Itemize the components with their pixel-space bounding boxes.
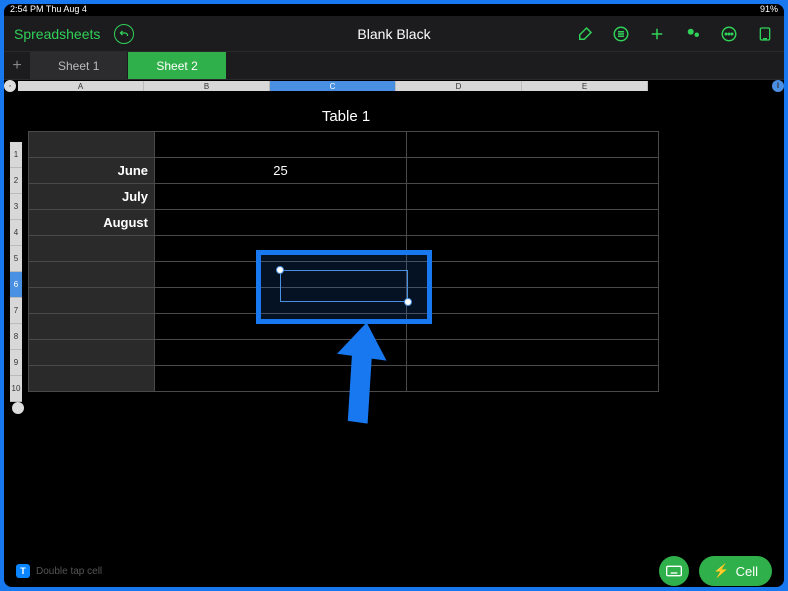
app-window: 2:54 PM Thu Aug 4 91% Spreadsheets Blank… bbox=[4, 4, 784, 587]
selection-handle-br[interactable] bbox=[404, 298, 412, 306]
cell[interactable] bbox=[407, 132, 659, 158]
row-header[interactable]: 9 bbox=[10, 350, 22, 376]
back-button[interactable]: Spreadsheets bbox=[14, 26, 100, 42]
cell[interactable] bbox=[29, 340, 155, 366]
column-ruler: ◦ A B C D E ‖ bbox=[4, 80, 784, 92]
bottom-bar: T Double tap cell ⚡ Cell bbox=[4, 557, 784, 585]
text-mode-badge[interactable]: T bbox=[16, 564, 30, 578]
toolbar-actions bbox=[576, 25, 774, 43]
collab-icon[interactable] bbox=[684, 25, 702, 43]
cell[interactable] bbox=[29, 236, 155, 262]
row-header[interactable]: 1 bbox=[10, 142, 22, 168]
table: Table 1 June25 July August bbox=[28, 108, 664, 392]
cell[interactable] bbox=[155, 132, 407, 158]
cell[interactable] bbox=[407, 210, 659, 236]
sheets-bar: + Sheet 1 Sheet 2 bbox=[4, 52, 784, 80]
cell[interactable] bbox=[29, 288, 155, 314]
doc-icon[interactable] bbox=[756, 25, 774, 43]
row-header[interactable]: 2 bbox=[10, 168, 22, 194]
cell[interactable] bbox=[29, 132, 155, 158]
cell[interactable] bbox=[407, 236, 659, 262]
spreadsheet-grid[interactable]: June25 July August bbox=[28, 131, 659, 392]
cell[interactable]: 25 bbox=[155, 158, 407, 184]
col-extend-handle[interactable]: ‖ bbox=[772, 80, 784, 92]
bolt-icon: ⚡ bbox=[713, 563, 729, 579]
cell[interactable] bbox=[407, 184, 659, 210]
cell[interactable] bbox=[155, 366, 407, 392]
col-header-b[interactable]: B bbox=[144, 81, 270, 91]
status-right: 91% bbox=[760, 4, 778, 16]
cell[interactable] bbox=[155, 210, 407, 236]
cell[interactable] bbox=[29, 314, 155, 340]
brush-icon[interactable] bbox=[576, 25, 594, 43]
row-header[interactable]: 6 bbox=[10, 272, 22, 298]
selection-handle-tl[interactable] bbox=[276, 266, 284, 274]
row-header[interactable]: 10 bbox=[10, 376, 22, 402]
cell[interactable] bbox=[155, 236, 407, 262]
undo-button[interactable] bbox=[114, 24, 134, 44]
cell-button-label: Cell bbox=[736, 564, 758, 579]
status-bar: 2:54 PM Thu Aug 4 91% bbox=[4, 4, 784, 16]
row-header[interactable]: 5 bbox=[10, 246, 22, 272]
cell[interactable] bbox=[155, 314, 407, 340]
document-title: Blank Black bbox=[357, 26, 430, 42]
list-icon[interactable] bbox=[612, 25, 630, 43]
col-header-c[interactable]: C bbox=[270, 81, 396, 91]
cell[interactable] bbox=[407, 288, 659, 314]
add-sheet-button[interactable]: + bbox=[4, 52, 30, 79]
cell[interactable] bbox=[407, 340, 659, 366]
sheet-tab-1[interactable]: Sheet 1 bbox=[30, 52, 128, 79]
cell[interactable] bbox=[407, 366, 659, 392]
cell[interactable]: August bbox=[29, 210, 155, 236]
row-headers: 1 2 3 4 5 6 7 8 9 10 bbox=[10, 142, 22, 402]
col-header-a[interactable]: A bbox=[18, 81, 144, 91]
row-header[interactable]: 3 bbox=[10, 194, 22, 220]
cell[interactable]: June bbox=[29, 158, 155, 184]
cell[interactable] bbox=[155, 184, 407, 210]
origin-handle[interactable]: ◦ bbox=[4, 80, 16, 92]
add-icon[interactable] bbox=[648, 25, 666, 43]
toolbar: Spreadsheets Blank Black bbox=[4, 16, 784, 52]
table-title[interactable]: Table 1 bbox=[28, 108, 664, 125]
cell[interactable] bbox=[155, 288, 407, 314]
row-extend-handle[interactable] bbox=[12, 402, 24, 414]
hint-text: Double tap cell bbox=[36, 566, 102, 577]
status-left: 2:54 PM Thu Aug 4 bbox=[10, 4, 87, 16]
col-header-d[interactable]: D bbox=[396, 81, 522, 91]
cell[interactable] bbox=[29, 262, 155, 288]
keyboard-button[interactable] bbox=[659, 556, 689, 586]
cell[interactable] bbox=[29, 366, 155, 392]
sheet-tab-2[interactable]: Sheet 2 bbox=[128, 52, 226, 79]
sheet-canvas[interactable]: 1 2 3 4 5 6 7 8 9 10 Table 1 June25 July… bbox=[4, 92, 784, 587]
row-header[interactable]: 7 bbox=[10, 298, 22, 324]
cell-format-button[interactable]: ⚡ Cell bbox=[699, 556, 772, 586]
more-icon[interactable] bbox=[720, 25, 738, 43]
row-header[interactable]: 8 bbox=[10, 324, 22, 350]
cell[interactable] bbox=[407, 262, 659, 288]
col-header-e[interactable]: E bbox=[522, 81, 648, 91]
cell[interactable] bbox=[407, 158, 659, 184]
cell[interactable] bbox=[407, 314, 659, 340]
cell[interactable]: July bbox=[29, 184, 155, 210]
cell[interactable] bbox=[155, 340, 407, 366]
row-header[interactable]: 4 bbox=[10, 220, 22, 246]
